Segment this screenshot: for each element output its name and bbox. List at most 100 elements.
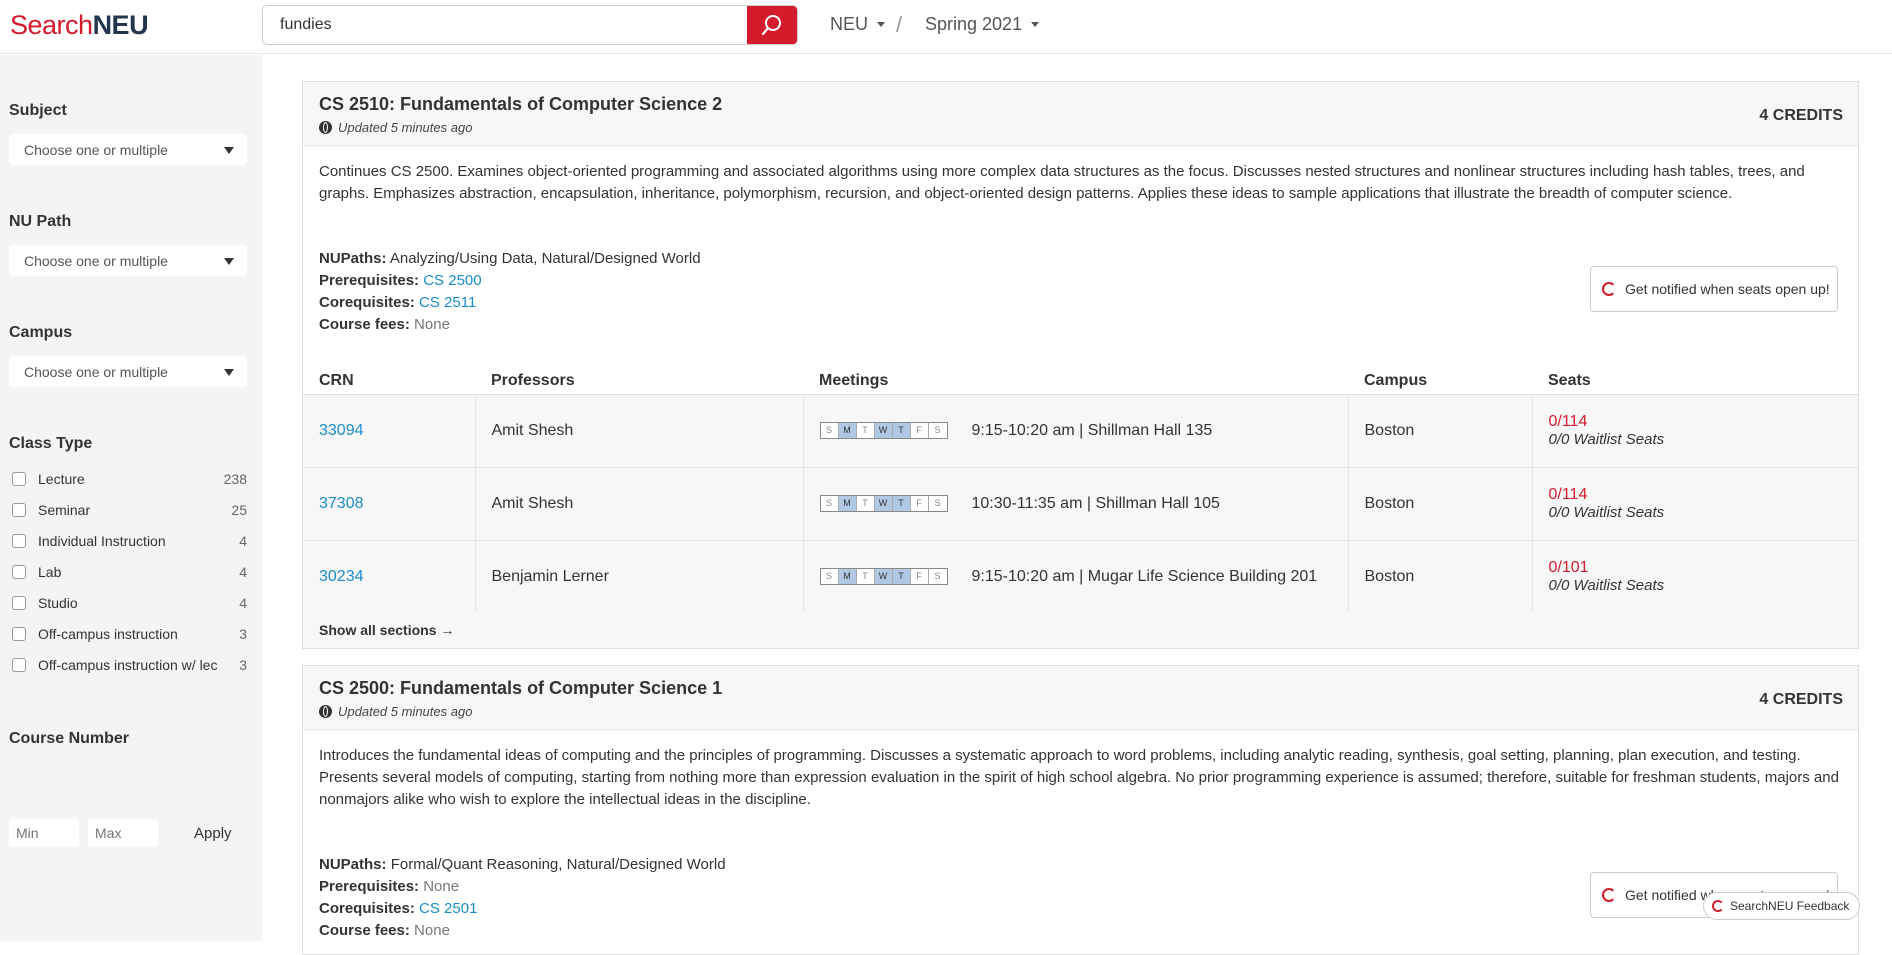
weekday-cell: M bbox=[838, 568, 857, 584]
class-type-count: 25 bbox=[231, 502, 247, 518]
weekday-cell: M bbox=[838, 422, 857, 438]
seats-count: 0/114 bbox=[1548, 413, 1588, 430]
table-row: 37308 Amit Shesh S M T W T F S 10:30-11:35 am |… bbox=[303, 467, 1858, 541]
class-type-count: 4 bbox=[239, 595, 247, 611]
class-type-count: 3 bbox=[239, 657, 247, 673]
coreq-link[interactable]: CS 2501 bbox=[419, 900, 477, 917]
nupaths-value: Formal/Quant Reasoning, Natural/Designed… bbox=[390, 856, 726, 873]
college-dropdown[interactable]: NEU bbox=[830, 14, 886, 35]
weekday-cell: T bbox=[856, 568, 875, 584]
college-label: NEU bbox=[830, 14, 869, 34]
course-title[interactable]: CS 2500: Fundamentals of Computer Scienc… bbox=[319, 678, 722, 699]
course-credits: 4 CREDITS bbox=[1759, 691, 1843, 708]
weekday-cell: W bbox=[874, 568, 893, 584]
coreq-link[interactable]: CS 2511 bbox=[419, 294, 476, 311]
course-title[interactable]: CS 2510: Fundamentals of Computer Scienc… bbox=[319, 94, 722, 115]
checkbox[interactable] bbox=[12, 627, 26, 641]
top-header: SearchNEU NEU / Spring 2021 bbox=[0, 0, 1892, 54]
notification-icon bbox=[1602, 888, 1616, 902]
checkbox[interactable] bbox=[12, 472, 26, 486]
campus-header: Campus bbox=[1348, 368, 1532, 395]
nupaths-label: NUPaths: bbox=[319, 250, 387, 267]
weekday-cell: T bbox=[892, 495, 911, 511]
class-type-option[interactable]: Off-campus instruction 3 bbox=[12, 623, 247, 645]
crn-link[interactable]: 33094 bbox=[319, 422, 364, 439]
campus-select[interactable]: Choose one or multiple bbox=[9, 356, 247, 387]
prereq-label: Prerequisites: bbox=[319, 272, 420, 289]
weekday-cell: T bbox=[892, 422, 911, 438]
course-header: CS 2510: Fundamentals of Computer Scienc… bbox=[303, 82, 1858, 146]
checkbox[interactable] bbox=[12, 503, 26, 517]
term-dropdown[interactable]: Spring 2021 bbox=[925, 14, 1040, 35]
coreq-label: Corequisites: bbox=[319, 900, 415, 917]
searchneu-logo[interactable]: SearchNEU bbox=[10, 10, 149, 40]
seats-count: 0/101 bbox=[1548, 559, 1589, 576]
prereq-link[interactable]: CS 2500 bbox=[423, 272, 481, 289]
course-header: CS 2500: Fundamentals of Computer Scienc… bbox=[303, 666, 1858, 730]
crn-header: CRN bbox=[303, 368, 475, 395]
class-type-option[interactable]: Studio 4 bbox=[12, 592, 247, 614]
meeting-time: 10:30-11:35 am | Shillman Hall 105 bbox=[971, 494, 1220, 512]
updated-text: Updated 5 minutes ago bbox=[338, 704, 473, 719]
professor-name: Benjamin Lerner bbox=[474, 540, 803, 614]
logo-neu-text: NEU bbox=[92, 10, 149, 40]
seats-count: 0/114 bbox=[1548, 486, 1588, 503]
course-number-min-input[interactable] bbox=[9, 819, 79, 847]
caret-down-icon bbox=[1031, 22, 1040, 27]
class-type-option[interactable]: Seminar 25 bbox=[12, 499, 247, 521]
checkbox[interactable] bbox=[12, 534, 26, 548]
course-description: Continues CS 2500. Examines object-orien… bbox=[319, 163, 1805, 202]
search-input[interactable] bbox=[263, 6, 749, 44]
notify-button[interactable]: Get notified when seats open up! bbox=[1590, 266, 1838, 312]
nupaths-label: NUPaths: bbox=[319, 856, 387, 873]
caret-down-icon bbox=[877, 22, 886, 27]
weekday-cell: T bbox=[892, 568, 911, 584]
search-icon bbox=[761, 15, 781, 36]
class-type-count: 3 bbox=[239, 626, 247, 642]
crn-link[interactable]: 30234 bbox=[319, 568, 364, 585]
weekday-indicator: SMTWTFS bbox=[819, 421, 948, 439]
class-type-count: 238 bbox=[223, 471, 247, 487]
professors-header: Professors bbox=[475, 368, 803, 395]
course-number-max-input[interactable] bbox=[88, 819, 158, 847]
nupath-select[interactable]: Choose one or multiple bbox=[9, 245, 247, 276]
checkbox[interactable] bbox=[12, 596, 26, 610]
prereq-label: Prerequisites: bbox=[319, 878, 420, 895]
class-type-option[interactable]: Lab 4 bbox=[12, 561, 247, 583]
weekday-cell: F bbox=[910, 422, 929, 438]
course-attributes: NUPaths: Analyzing/Using Data, Natural/D… bbox=[319, 248, 701, 336]
class-type-label: Off-campus instruction w/ lec bbox=[38, 657, 218, 673]
campus-name: Boston bbox=[1347, 394, 1532, 468]
class-type-label: Lab bbox=[38, 564, 62, 580]
crn-link[interactable]: 37308 bbox=[319, 495, 364, 512]
checkbox[interactable] bbox=[12, 565, 26, 579]
weekday-cell: T bbox=[856, 495, 875, 511]
search-bar bbox=[262, 5, 798, 45]
logo-search-text: Search bbox=[10, 10, 93, 40]
class-type-count: 4 bbox=[239, 564, 247, 580]
class-type-option[interactable]: Lecture 238 bbox=[12, 468, 247, 490]
fees-value: None bbox=[414, 316, 450, 333]
fees-value: None bbox=[414, 922, 450, 939]
class-type-label: Lecture bbox=[38, 471, 85, 487]
fees-label: Course fees: bbox=[319, 316, 410, 333]
feedback-button[interactable]: SearchNEU Feedback bbox=[1703, 892, 1860, 920]
updated-info: Updated 5 minutes ago bbox=[319, 704, 472, 719]
subject-select[interactable]: Choose one or multiple bbox=[9, 134, 247, 165]
weekday-cell: F bbox=[910, 568, 929, 584]
filter-sidebar: Subject Choose one or multiple NU Path C… bbox=[0, 55, 262, 941]
weekday-cell: S bbox=[928, 422, 947, 438]
class-type-option[interactable]: Individual Instruction 4 bbox=[12, 530, 247, 552]
table-row: 33094 Amit Shesh S M T W T F S 9:15-10:20 am | … bbox=[303, 394, 1858, 468]
weekday-cell: W bbox=[874, 495, 893, 511]
globe-icon bbox=[319, 705, 332, 718]
class-type-label: Seminar bbox=[38, 502, 91, 518]
weekday-cell: S bbox=[820, 568, 839, 584]
apply-button[interactable]: Apply bbox=[194, 825, 232, 842]
sections-table: CRN Professors Meetings Campus Seats 330… bbox=[303, 368, 1858, 614]
weekday-indicator: SMTWTFS bbox=[819, 494, 948, 512]
checkbox[interactable] bbox=[12, 658, 26, 672]
class-type-option[interactable]: Off-campus instruction w/ lec 3 bbox=[12, 654, 247, 676]
search-button[interactable] bbox=[747, 6, 797, 44]
show-all-sections-link[interactable]: Show all sections → bbox=[303, 611, 1858, 648]
